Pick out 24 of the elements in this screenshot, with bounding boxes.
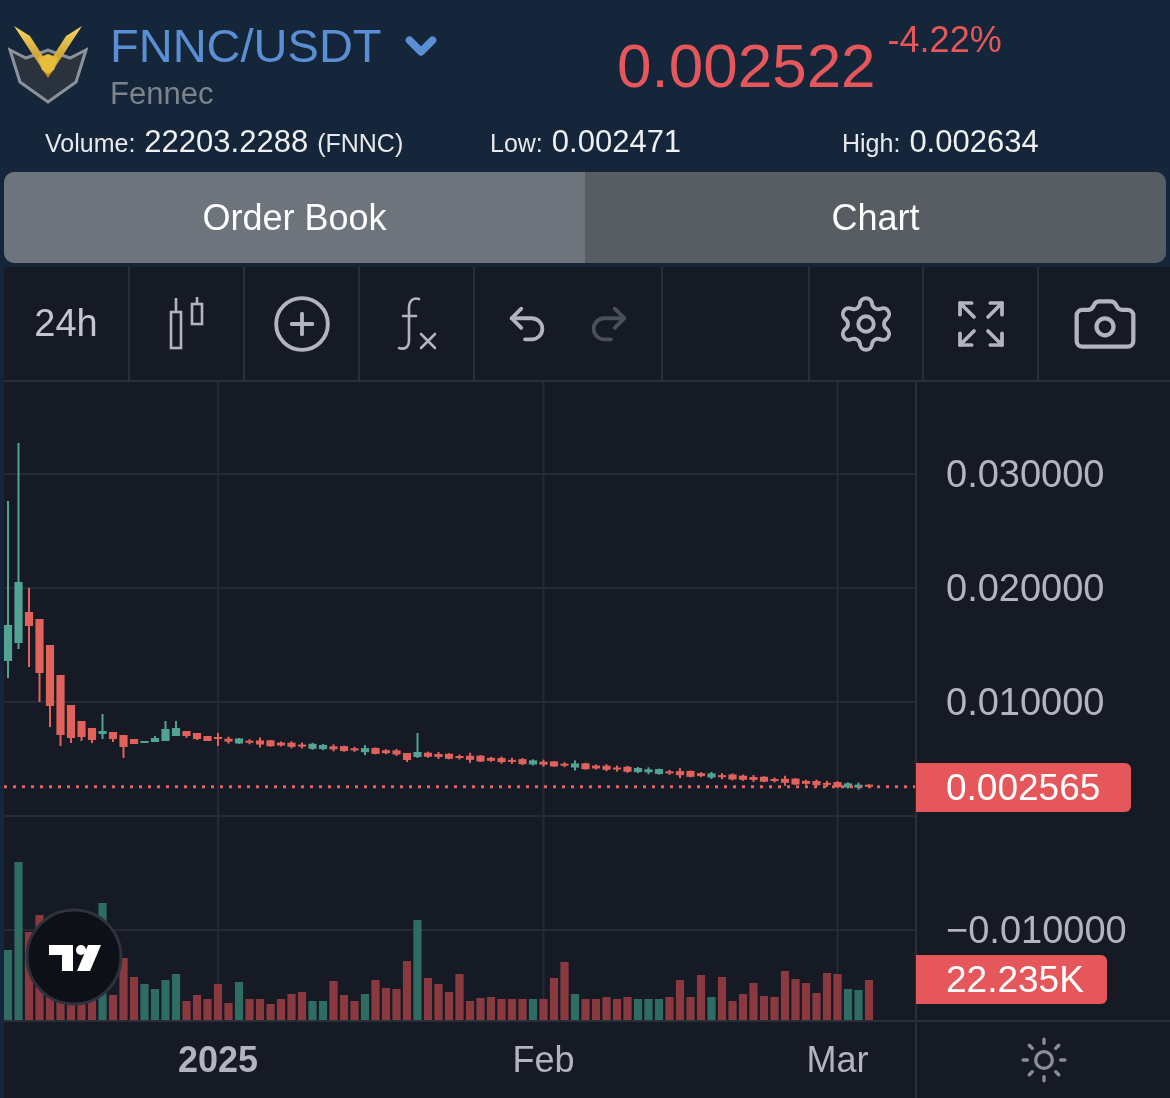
price-change: -4.22%	[887, 20, 1002, 60]
tab[interactable]: Order Book	[4, 172, 585, 263]
stat-value: 0.002471	[551, 124, 682, 160]
stat-label: Low:	[490, 129, 543, 158]
tab[interactable]: Chart	[585, 172, 1166, 263]
axis-tick-label: −0.010000	[946, 908, 1127, 952]
volume-label: 22.235K	[916, 955, 1107, 1004]
interval-button[interactable]: 24h	[4, 267, 130, 380]
time-axis-label: Mar	[806, 1039, 869, 1081]
stat-label: High:	[842, 129, 901, 158]
wing-emblem-icon	[8, 24, 88, 104]
stat-unit: (FNNC)	[317, 129, 404, 158]
axis-tick-label: 0.030000	[946, 452, 1105, 496]
time-axis-label: Feb	[512, 1039, 575, 1081]
stat-value: 0.002634	[909, 124, 1039, 160]
stat-value: 22203.2288	[144, 124, 309, 160]
axis-tick-label: 0.010000	[946, 680, 1105, 724]
time-axis-label: 2025	[177, 1039, 259, 1081]
last-price-label: 0.002565	[916, 763, 1131, 812]
pair-selector-button[interactable]: FNNC/USDT	[110, 18, 444, 74]
asset-name: Fennec	[110, 76, 214, 112]
axis-tick-label: 0.020000	[946, 566, 1105, 610]
price-value: 0.002522	[617, 32, 876, 100]
stat-label: Volume:	[45, 129, 136, 158]
